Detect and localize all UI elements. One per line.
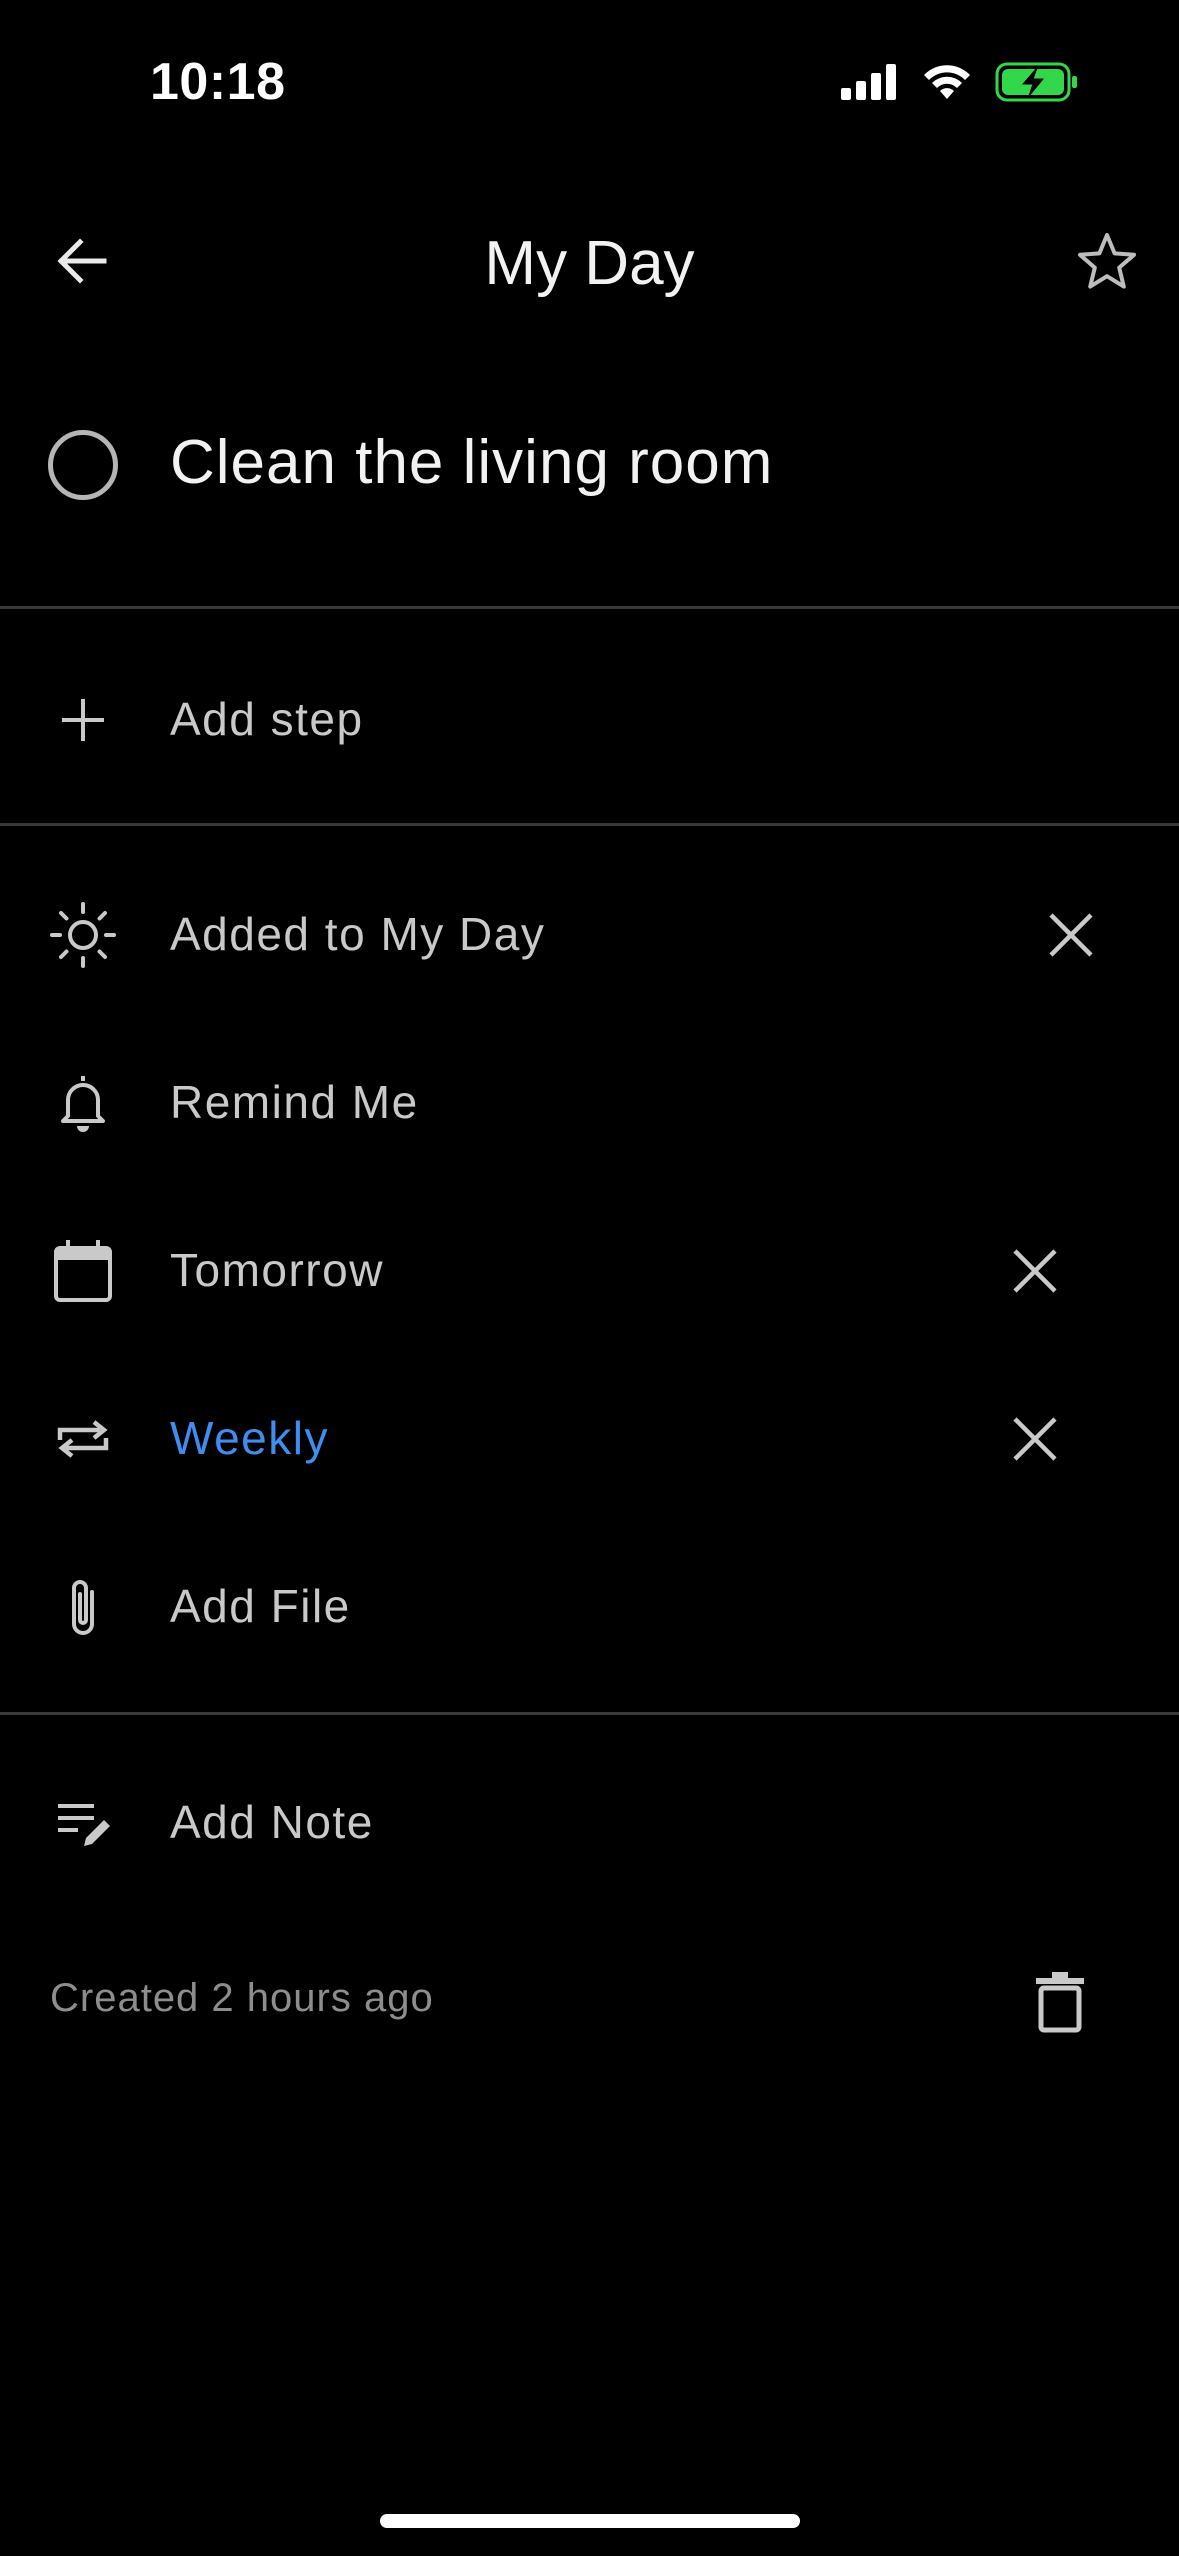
created-timestamp: Created 2 hours ago [50, 1976, 434, 2020]
task-title[interactable]: Clean the living room [170, 427, 773, 498]
repeat-label: Weekly [170, 1412, 329, 1464]
wifi-icon [921, 63, 973, 106]
my-day-label: Added to My Day [170, 908, 546, 960]
my-day-row[interactable]: Added to My Day [0, 875, 1179, 995]
repeat-icon [57, 1420, 109, 1458]
star-outline-icon [1078, 233, 1136, 289]
remind-me-label: Remind Me [170, 1076, 419, 1128]
delete-task-button[interactable] [1030, 1968, 1090, 2036]
add-note-label: Add Note [170, 1796, 374, 1848]
divider [0, 823, 1179, 826]
home-indicator[interactable] [380, 2514, 800, 2528]
due-date-label: Tomorrow [170, 1244, 384, 1296]
repeat-row[interactable]: Weekly [0, 1379, 1179, 1499]
add-file-label: Add File [170, 1580, 351, 1632]
note-edit-icon [58, 1804, 110, 1846]
divider [0, 606, 1179, 609]
divider [0, 1712, 1179, 1715]
add-note-row[interactable]: Add Note [0, 1763, 1179, 1883]
remove-repeat-button[interactable] [1005, 1409, 1065, 1469]
status-icons [841, 62, 1079, 107]
plus-icon [62, 699, 104, 741]
trash-icon [1036, 1972, 1084, 2033]
page-title: My Day [484, 229, 695, 298]
status-time: 10:18 [150, 53, 286, 111]
due-date-row[interactable]: Tomorrow [0, 1211, 1179, 1331]
calendar-icon [54, 1240, 112, 1302]
bell-icon [61, 1076, 105, 1132]
sun-icon [50, 902, 116, 968]
add-step-row[interactable]: Add step [0, 660, 1179, 780]
remind-me-row[interactable]: Remind Me [0, 1043, 1179, 1163]
remove-due-date-button[interactable] [1005, 1241, 1065, 1301]
remove-my-day-button[interactable] [1041, 905, 1101, 965]
cellular-signal-icon [841, 64, 899, 105]
task-complete-checkbox[interactable] [48, 430, 118, 500]
star-button[interactable] [1072, 226, 1142, 296]
battery-charging-icon [995, 62, 1079, 107]
add-step-label: Add step [170, 693, 364, 745]
add-file-row[interactable]: Add File [0, 1547, 1179, 1667]
paperclip-icon [72, 1580, 94, 1635]
